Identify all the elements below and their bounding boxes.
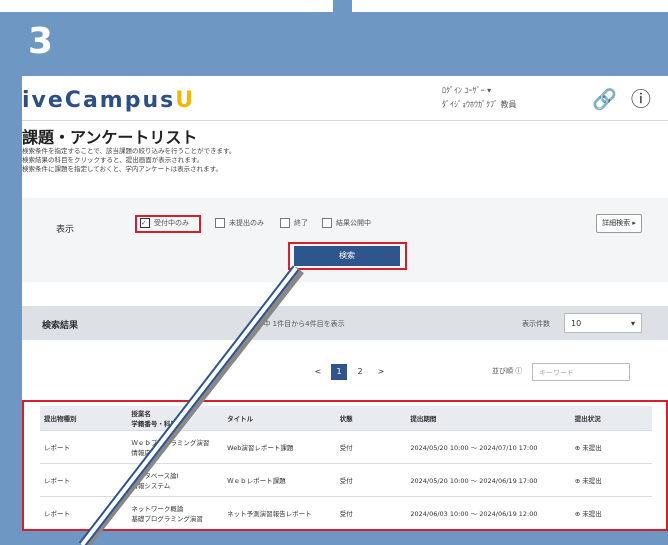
table-cell: 受付: [335, 430, 407, 464]
filter-option-results-public[interactable]: 結果公開中: [322, 218, 371, 228]
filter-label: 表示: [56, 225, 75, 235]
frame-top-right: [352, 0, 668, 12]
table-row[interactable]: レポート ネットワーク概論 基礎プログラミング演習 ネット予測演習報告レポート …: [40, 496, 652, 529]
table-row[interactable]: レポート Ｗｅｂプログラミング演習 情報応用 Web演習レポート課題 受付 20…: [40, 430, 652, 464]
description-line: 検索条件に課題を指定しておくと、学内アンケートは表示されます。: [22, 165, 222, 173]
brand-mark: U: [175, 88, 196, 113]
table-cell-title[interactable]: Web演習レポート課題: [223, 430, 336, 464]
next-page-button[interactable]: >: [373, 364, 389, 380]
page-1-button[interactable]: 1: [331, 364, 347, 380]
prev-page-button[interactable]: <: [310, 364, 326, 380]
table-cell-status: ⊕ 未提出: [570, 496, 652, 529]
header-divider: [22, 120, 668, 121]
column-header[interactable]: 提出期間: [406, 406, 571, 431]
frame-top-left: [0, 0, 333, 12]
column-header[interactable]: タイトル: [223, 406, 336, 431]
step-number: 3: [28, 21, 54, 62]
page-2-button[interactable]: 2: [352, 364, 368, 380]
table-row[interactable]: レポート データベース論Ⅰ 情報システム Ｗｅｂレポート課題 受付 2024/0…: [40, 463, 652, 497]
description-line: 検索結果の科目をクリックすると、提出画面が表示されます。: [22, 156, 204, 164]
column-header[interactable]: 提出状況: [570, 406, 652, 431]
table-cell-status: ⊕ 未提出: [570, 463, 652, 497]
per-page-value: 10: [571, 319, 582, 328]
page-description: 検索条件を指定することで、該当課題の絞り込みを行うことができます。 検索結果の科…: [22, 147, 235, 174]
search-button[interactable]: 検索: [294, 246, 400, 266]
table-cell: レポート: [40, 496, 128, 529]
results-header: 検索結果 4件中 1件目から4件目を表示 表示件数 10 ▾: [22, 306, 668, 340]
table-cell-course[interactable]: データベース論Ⅰ 情報システム: [127, 463, 224, 497]
table-cell: レポート: [40, 463, 128, 497]
table-cell-title[interactable]: Ｗｅｂレポート課題: [223, 463, 336, 497]
column-header[interactable]: 授業名 学籍番号・科目: [127, 406, 224, 431]
per-page-label: 表示件数: [522, 320, 550, 328]
results-count: 4件中 1件目から4件目を表示: [252, 320, 345, 328]
highlight-filter-option: [135, 215, 201, 233]
table-header-row: 提出物種別 授業名 学籍番号・科目 タイトル 状態 提出期間 提出状況: [40, 406, 652, 431]
filter-option-label: 未提出のみ: [229, 219, 264, 227]
user-affiliation: ﾀﾞｲｼﾞｮｳﾎｳｶﾞｸﾌﾞ 教員: [442, 100, 517, 109]
table-cell: 受付: [335, 463, 407, 497]
filter-option-unsubmitted[interactable]: 未提出のみ: [215, 218, 264, 228]
sort-label: 並び順 ⓘ: [492, 367, 523, 375]
table-cell-title[interactable]: ネット予測演習報告レポート: [223, 496, 336, 529]
filter-option-closed[interactable]: 終了: [280, 218, 308, 228]
results-table: 提出物種別 授業名 学籍番号・科目 タイトル 状態 提出期間 提出状況 レポート…: [40, 406, 652, 529]
column-header[interactable]: 状態: [335, 406, 407, 431]
table-cell: 2024/06/03 10:00 ～ 2024/06/19 12:00: [406, 496, 571, 529]
per-page-select[interactable]: 10 ▾: [564, 313, 642, 333]
tutorial-frame: 3 iveCampusU ﾛｸﾞｲﾝ ﾕｰｻﾞｰ ▾ ﾀﾞｲｼﾞｮｳﾎｳｶﾞｸﾌ…: [0, 0, 668, 545]
table-cell-course[interactable]: ネットワーク概論 基礎プログラミング演習: [127, 496, 224, 529]
table-cell: 2024/05/20 10:00 ～ 2024/06/19 17:00: [406, 463, 571, 497]
table-cell: レポート: [40, 430, 128, 464]
filter-option-label: 結果公開中: [336, 219, 371, 227]
user-menu[interactable]: ﾛｸﾞｲﾝ ﾕｰｻﾞｰ ▾ ﾀﾞｲｼﾞｮｳﾎｳｶﾞｸﾌﾞ 教員: [442, 84, 572, 112]
pagination: < 1 2 >: [310, 364, 389, 380]
checkbox-icon[interactable]: [322, 218, 332, 228]
header-icons: 🔗 ⓘ: [592, 86, 651, 112]
table-cell: 受付: [335, 496, 407, 529]
checkbox-icon[interactable]: [215, 218, 225, 228]
description-line: 検索条件を指定することで、該当課題の絞り込みを行うことができます。: [22, 147, 236, 155]
filter-option-label: 終了: [294, 219, 308, 227]
link-icon[interactable]: 🔗: [592, 86, 617, 112]
table-cell: 2024/05/20 10:00 ～ 2024/07/10 17:00: [406, 430, 571, 464]
chevron-down-icon: ▾: [630, 319, 635, 328]
table-cell-course[interactable]: Ｗｅｂプログラミング演習 情報応用: [127, 430, 224, 464]
app-screen: iveCampusU ﾛｸﾞｲﾝ ﾕｰｻﾞｰ ▾ ﾀﾞｲｼﾞｮｳﾎｳｶﾞｸﾌﾞ …: [22, 76, 668, 531]
results-title: 検索結果: [42, 321, 79, 331]
advanced-search-button[interactable]: 詳細検索 ▸: [596, 214, 642, 233]
info-icon[interactable]: ⓘ: [631, 86, 651, 112]
page-title: 課題・アンケートリスト: [22, 128, 198, 147]
user-name: ﾛｸﾞｲﾝ ﾕｰｻﾞｰ ▾: [442, 86, 492, 95]
keyword-input[interactable]: キーワード: [532, 363, 630, 381]
table-cell-status: ⊕ 未提出: [570, 430, 652, 464]
checkbox-icon[interactable]: [280, 218, 290, 228]
brand-logo[interactable]: iveCampusU: [22, 88, 195, 113]
brand-name: iveCampus: [22, 88, 176, 113]
column-header[interactable]: 提出物種別: [40, 406, 128, 431]
